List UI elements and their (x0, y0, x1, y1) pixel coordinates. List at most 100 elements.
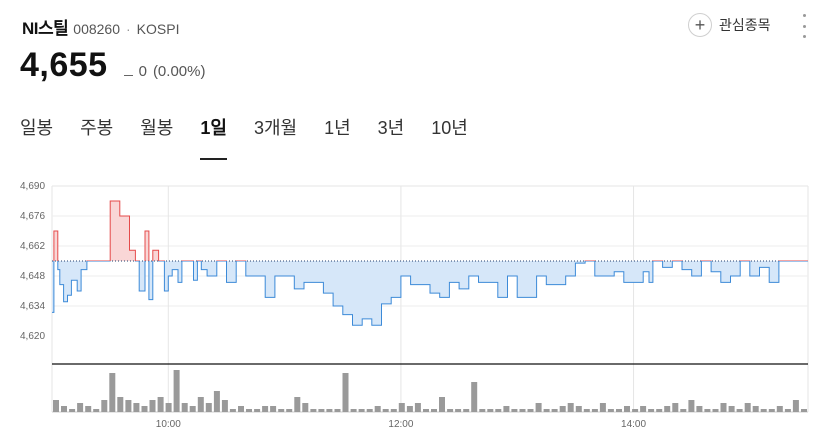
stock-name: NI스틸 (22, 19, 69, 38)
volume-bar (213, 391, 220, 412)
volume-bar (648, 409, 655, 412)
volume-bar (535, 403, 542, 412)
volume-bar (318, 409, 325, 412)
volume-bar (350, 409, 357, 412)
volume-bar (262, 406, 269, 412)
volume-bar (149, 400, 156, 412)
y-tick-label: 4,690 (20, 181, 45, 192)
volume-bar (680, 409, 687, 412)
volume-bar (85, 406, 92, 412)
volume-bar (624, 406, 630, 412)
volume-bar (61, 406, 67, 412)
volume-bar (238, 406, 244, 412)
volume-bar (632, 409, 639, 412)
stock-code: 008260 (73, 21, 120, 37)
volume-bar (551, 409, 558, 412)
volume-bar (141, 406, 148, 412)
volume-bar (414, 403, 421, 412)
quote-row: 4,655 0 (0.00%) (20, 46, 205, 90)
volume-bar (189, 406, 196, 412)
volume-bar (640, 406, 647, 412)
volume-bar (447, 409, 454, 412)
volume-bar (229, 409, 236, 412)
volume-bar (294, 397, 301, 412)
price-change: 0 (138, 63, 147, 80)
volume-bar (616, 409, 622, 412)
volume-bar (656, 409, 663, 412)
tab-daily[interactable]: 일봉 (20, 114, 53, 158)
tab-3-months[interactable]: 3개월 (254, 114, 297, 158)
tab-1-year[interactable]: 1년 (324, 114, 351, 158)
volume-bar (463, 409, 470, 412)
volume-bar (165, 403, 172, 412)
volume-bar (527, 409, 534, 412)
volume-bar (503, 406, 510, 412)
volume-bar (133, 403, 140, 412)
plus-icon: + (688, 13, 712, 37)
volume-bar (664, 406, 671, 412)
volume-bar (431, 409, 437, 412)
volume-bar (495, 409, 502, 412)
volume-bar (390, 409, 397, 412)
volume-bar (125, 400, 132, 412)
more-options-icon[interactable] (800, 14, 808, 38)
y-tick-label: 4,634 (20, 301, 45, 312)
volume-bar (487, 409, 494, 412)
tab-3-years[interactable]: 3년 (378, 114, 405, 158)
volume-bar (559, 406, 566, 412)
tab-monthly[interactable]: 월봉 (140, 114, 173, 158)
current-price: 4,655 (20, 46, 108, 84)
y-tick-label: 4,648 (20, 271, 45, 282)
volume-bar (591, 409, 598, 412)
volume-bar (688, 400, 695, 412)
volume-bar (704, 409, 711, 412)
volume-bar (334, 409, 341, 412)
add-watchlist-button[interactable]: + 관심종목 (688, 12, 771, 38)
volume-bar (744, 403, 751, 412)
volume-bar (455, 409, 462, 412)
stock-header: NI스틸 008260 · KOSPI (22, 14, 180, 38)
volume-bar (326, 409, 333, 412)
x-tick-label: 12:00 (388, 419, 413, 430)
volume-bar (575, 406, 582, 412)
volume-bar (479, 409, 486, 412)
volume-bar (286, 409, 293, 412)
volume-bar (173, 370, 180, 412)
volume-bar (752, 406, 759, 412)
volume-bar (672, 403, 679, 412)
volume-bar (607, 409, 614, 412)
volume-bar (117, 397, 124, 412)
volume-bar (599, 403, 606, 412)
volume-bar (728, 406, 735, 412)
volume-bar (53, 400, 59, 412)
volume-bar (406, 406, 413, 412)
volume-bar (197, 397, 204, 412)
volume-bar (69, 409, 76, 412)
stock-market: KOSPI (136, 21, 180, 37)
unchanged-icon (123, 75, 133, 76)
separator-dot: · (126, 21, 131, 37)
volume-bar (712, 409, 719, 412)
tab-1-day[interactable]: 1일 (200, 114, 227, 160)
volume-bar (398, 403, 405, 412)
volume-bar (109, 373, 116, 412)
volume-bar (760, 409, 767, 412)
tab-weekly[interactable]: 주봉 (80, 114, 113, 158)
tab-10-years[interactable]: 10년 (431, 114, 468, 158)
y-tick-label: 4,662 (20, 241, 45, 252)
volume-bar (784, 409, 791, 412)
volume-bar (93, 409, 100, 412)
watchlist-label: 관심종목 (719, 17, 771, 33)
volume-bar (583, 409, 590, 412)
volume-bar (278, 409, 285, 412)
period-tabs: 일봉 주봉 월봉 1일 3개월 1년 3년 10년 (20, 114, 495, 160)
volume-bar (471, 382, 478, 412)
volume-bar (439, 397, 445, 412)
volume-bar (366, 409, 373, 412)
intraday-price-chart[interactable]: 4,690 4,676 4,662 4,648 4,634 4,620 10:00 12:00… (0, 170, 824, 434)
volume-bar (792, 400, 799, 412)
y-tick-label: 4,676 (20, 211, 45, 222)
volume-bar (157, 397, 164, 412)
volume-bar (696, 406, 703, 412)
volume-bar (310, 409, 317, 412)
